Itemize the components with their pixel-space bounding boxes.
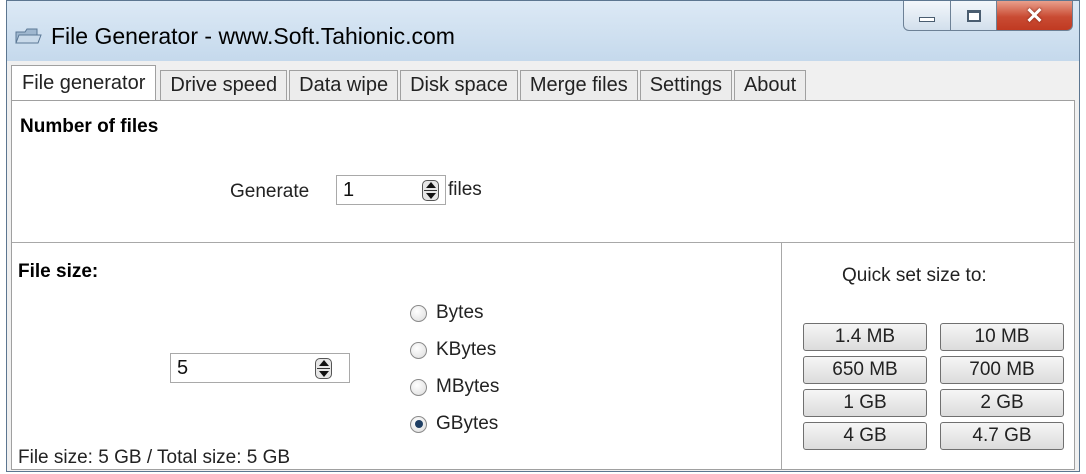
tab-settings[interactable]: Settings xyxy=(639,70,732,100)
quick-set-1-4mb-button[interactable]: 1.4 MB xyxy=(803,323,927,351)
tab-merge-files[interactable]: Merge files xyxy=(519,70,638,100)
file-size-value: 5 xyxy=(177,357,189,379)
tab-data-wipe[interactable]: Data wipe xyxy=(289,70,399,100)
file-count-stepper[interactable] xyxy=(422,180,439,201)
section-divider xyxy=(12,242,1074,243)
radio-selected-dot xyxy=(414,420,423,428)
window-controls: ✕ xyxy=(903,1,1073,31)
files-suffix-label: files xyxy=(448,179,482,200)
app-window: File Generator - www.Soft.Tahionic.com ✕… xyxy=(6,0,1080,472)
unit-radio-mbytes[interactable]: MBytes xyxy=(410,376,499,398)
tab-about[interactable]: About xyxy=(733,70,807,100)
close-icon: ✕ xyxy=(1025,2,1044,28)
file-size-stepper[interactable] xyxy=(315,358,332,379)
radio-button[interactable] xyxy=(410,378,427,396)
quick-set-1gb-button[interactable]: 1 GB xyxy=(803,389,927,417)
tab-drive-speed[interactable]: Drive speed xyxy=(160,70,288,100)
unit-radio-bytes[interactable]: Bytes xyxy=(410,302,484,324)
generate-label: Generate xyxy=(230,181,310,202)
tab-bar: File generator Drive speed Data wipe Dis… xyxy=(11,65,808,100)
minimize-button[interactable] xyxy=(903,1,951,31)
maximize-icon xyxy=(966,9,981,22)
spin-up-icon xyxy=(318,360,329,366)
spin-down-icon xyxy=(425,193,436,199)
file-size-heading: File size: xyxy=(18,261,99,282)
radio-button[interactable] xyxy=(410,304,427,322)
tab-file-generator[interactable]: File generator xyxy=(11,65,157,100)
quick-set-650mb-button[interactable]: 650 MB xyxy=(803,356,927,384)
minimize-icon xyxy=(919,17,935,22)
number-of-files-heading: Number of files xyxy=(20,116,159,137)
quick-set-divider xyxy=(781,243,782,469)
unit-radio-gbytes[interactable]: GBytes xyxy=(410,413,498,435)
spin-down-icon xyxy=(318,371,329,377)
quick-set-heading: Quick set size to: xyxy=(842,265,987,286)
quick-set-4gb-button[interactable]: 4 GB xyxy=(803,422,927,450)
close-button[interactable]: ✕ xyxy=(997,1,1073,31)
tab-disk-space[interactable]: Disk space xyxy=(400,70,518,100)
maximize-button[interactable] xyxy=(951,1,997,31)
window-title: File Generator - www.Soft.Tahionic.com xyxy=(51,23,455,49)
quick-set-2gb-button[interactable]: 2 GB xyxy=(940,389,1064,417)
file-generator-panel: Number of files Generate 1 files File si… xyxy=(11,100,1075,470)
radio-button[interactable] xyxy=(410,341,427,359)
quick-set-4-7gb-button[interactable]: 4.7 GB xyxy=(940,422,1064,450)
file-count-value: 1 xyxy=(343,179,355,201)
spin-up-icon xyxy=(425,182,436,188)
quick-set-10mb-button[interactable]: 10 MB xyxy=(940,323,1064,351)
folder-icon xyxy=(15,28,42,44)
size-summary-status: File size: 5 GB / Total size: 5 GB xyxy=(18,447,291,468)
title-bar[interactable]: File Generator - www.Soft.Tahionic.com ✕ xyxy=(7,1,1079,61)
quick-set-700mb-button[interactable]: 700 MB xyxy=(940,356,1064,384)
unit-radio-kbytes[interactable]: KBytes xyxy=(410,339,496,361)
radio-button-selected[interactable] xyxy=(410,415,427,433)
